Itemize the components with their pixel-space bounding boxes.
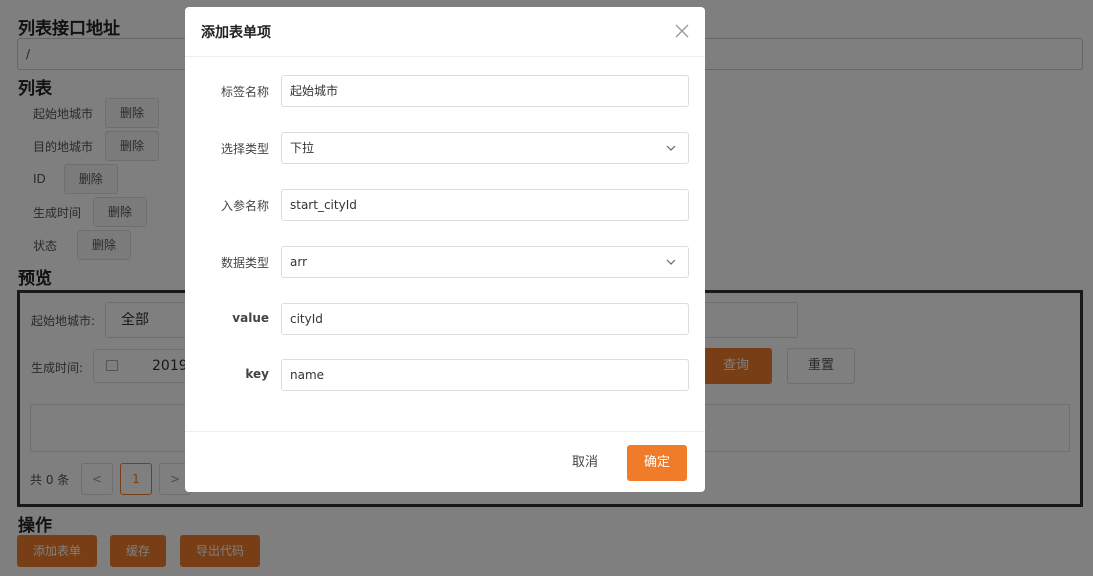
data-type-value: arr: [290, 255, 308, 269]
add-form-item-dialog: 添加表单项 标签名称 起始城市 选择类型 下拉 入参名称 start_cityI…: [185, 7, 705, 492]
cancel-button[interactable]: 取消: [560, 445, 610, 481]
chevron-down-icon: [666, 259, 676, 265]
form-row-label-name: 标签名称 起始城市: [185, 75, 705, 107]
key-input[interactable]: name: [281, 359, 689, 391]
dialog-title: 添加表单项: [201, 25, 271, 41]
form-row-key: key name: [185, 359, 705, 391]
param-name-input[interactable]: start_cityId: [281, 189, 689, 221]
label-name-label: 标签名称: [220, 85, 269, 99]
form-row-select-type: 选择类型 下拉: [185, 132, 705, 164]
label-name-input[interactable]: 起始城市: [281, 75, 689, 107]
dialog-header: 添加表单项: [185, 7, 705, 57]
form-row-value: value cityId: [185, 303, 705, 335]
data-type-dropdown[interactable]: arr: [281, 246, 689, 278]
form-row-data-type: 数据类型 arr: [185, 246, 705, 278]
form-row-param-name: 入参名称 start_cityId: [185, 189, 705, 221]
dialog-footer: 取消 确定: [185, 431, 705, 492]
close-icon[interactable]: [675, 24, 689, 38]
select-type-dropdown[interactable]: 下拉: [281, 132, 689, 164]
key-label: key: [245, 367, 269, 381]
select-type-value: 下拉: [290, 141, 315, 155]
value-label: value: [232, 311, 269, 325]
select-type-label: 选择类型: [220, 142, 269, 156]
data-type-label: 数据类型: [220, 256, 269, 270]
confirm-button[interactable]: 确定: [627, 445, 687, 481]
chevron-down-icon: [666, 145, 676, 151]
value-input[interactable]: cityId: [281, 303, 689, 335]
param-name-label: 入参名称: [220, 199, 269, 213]
